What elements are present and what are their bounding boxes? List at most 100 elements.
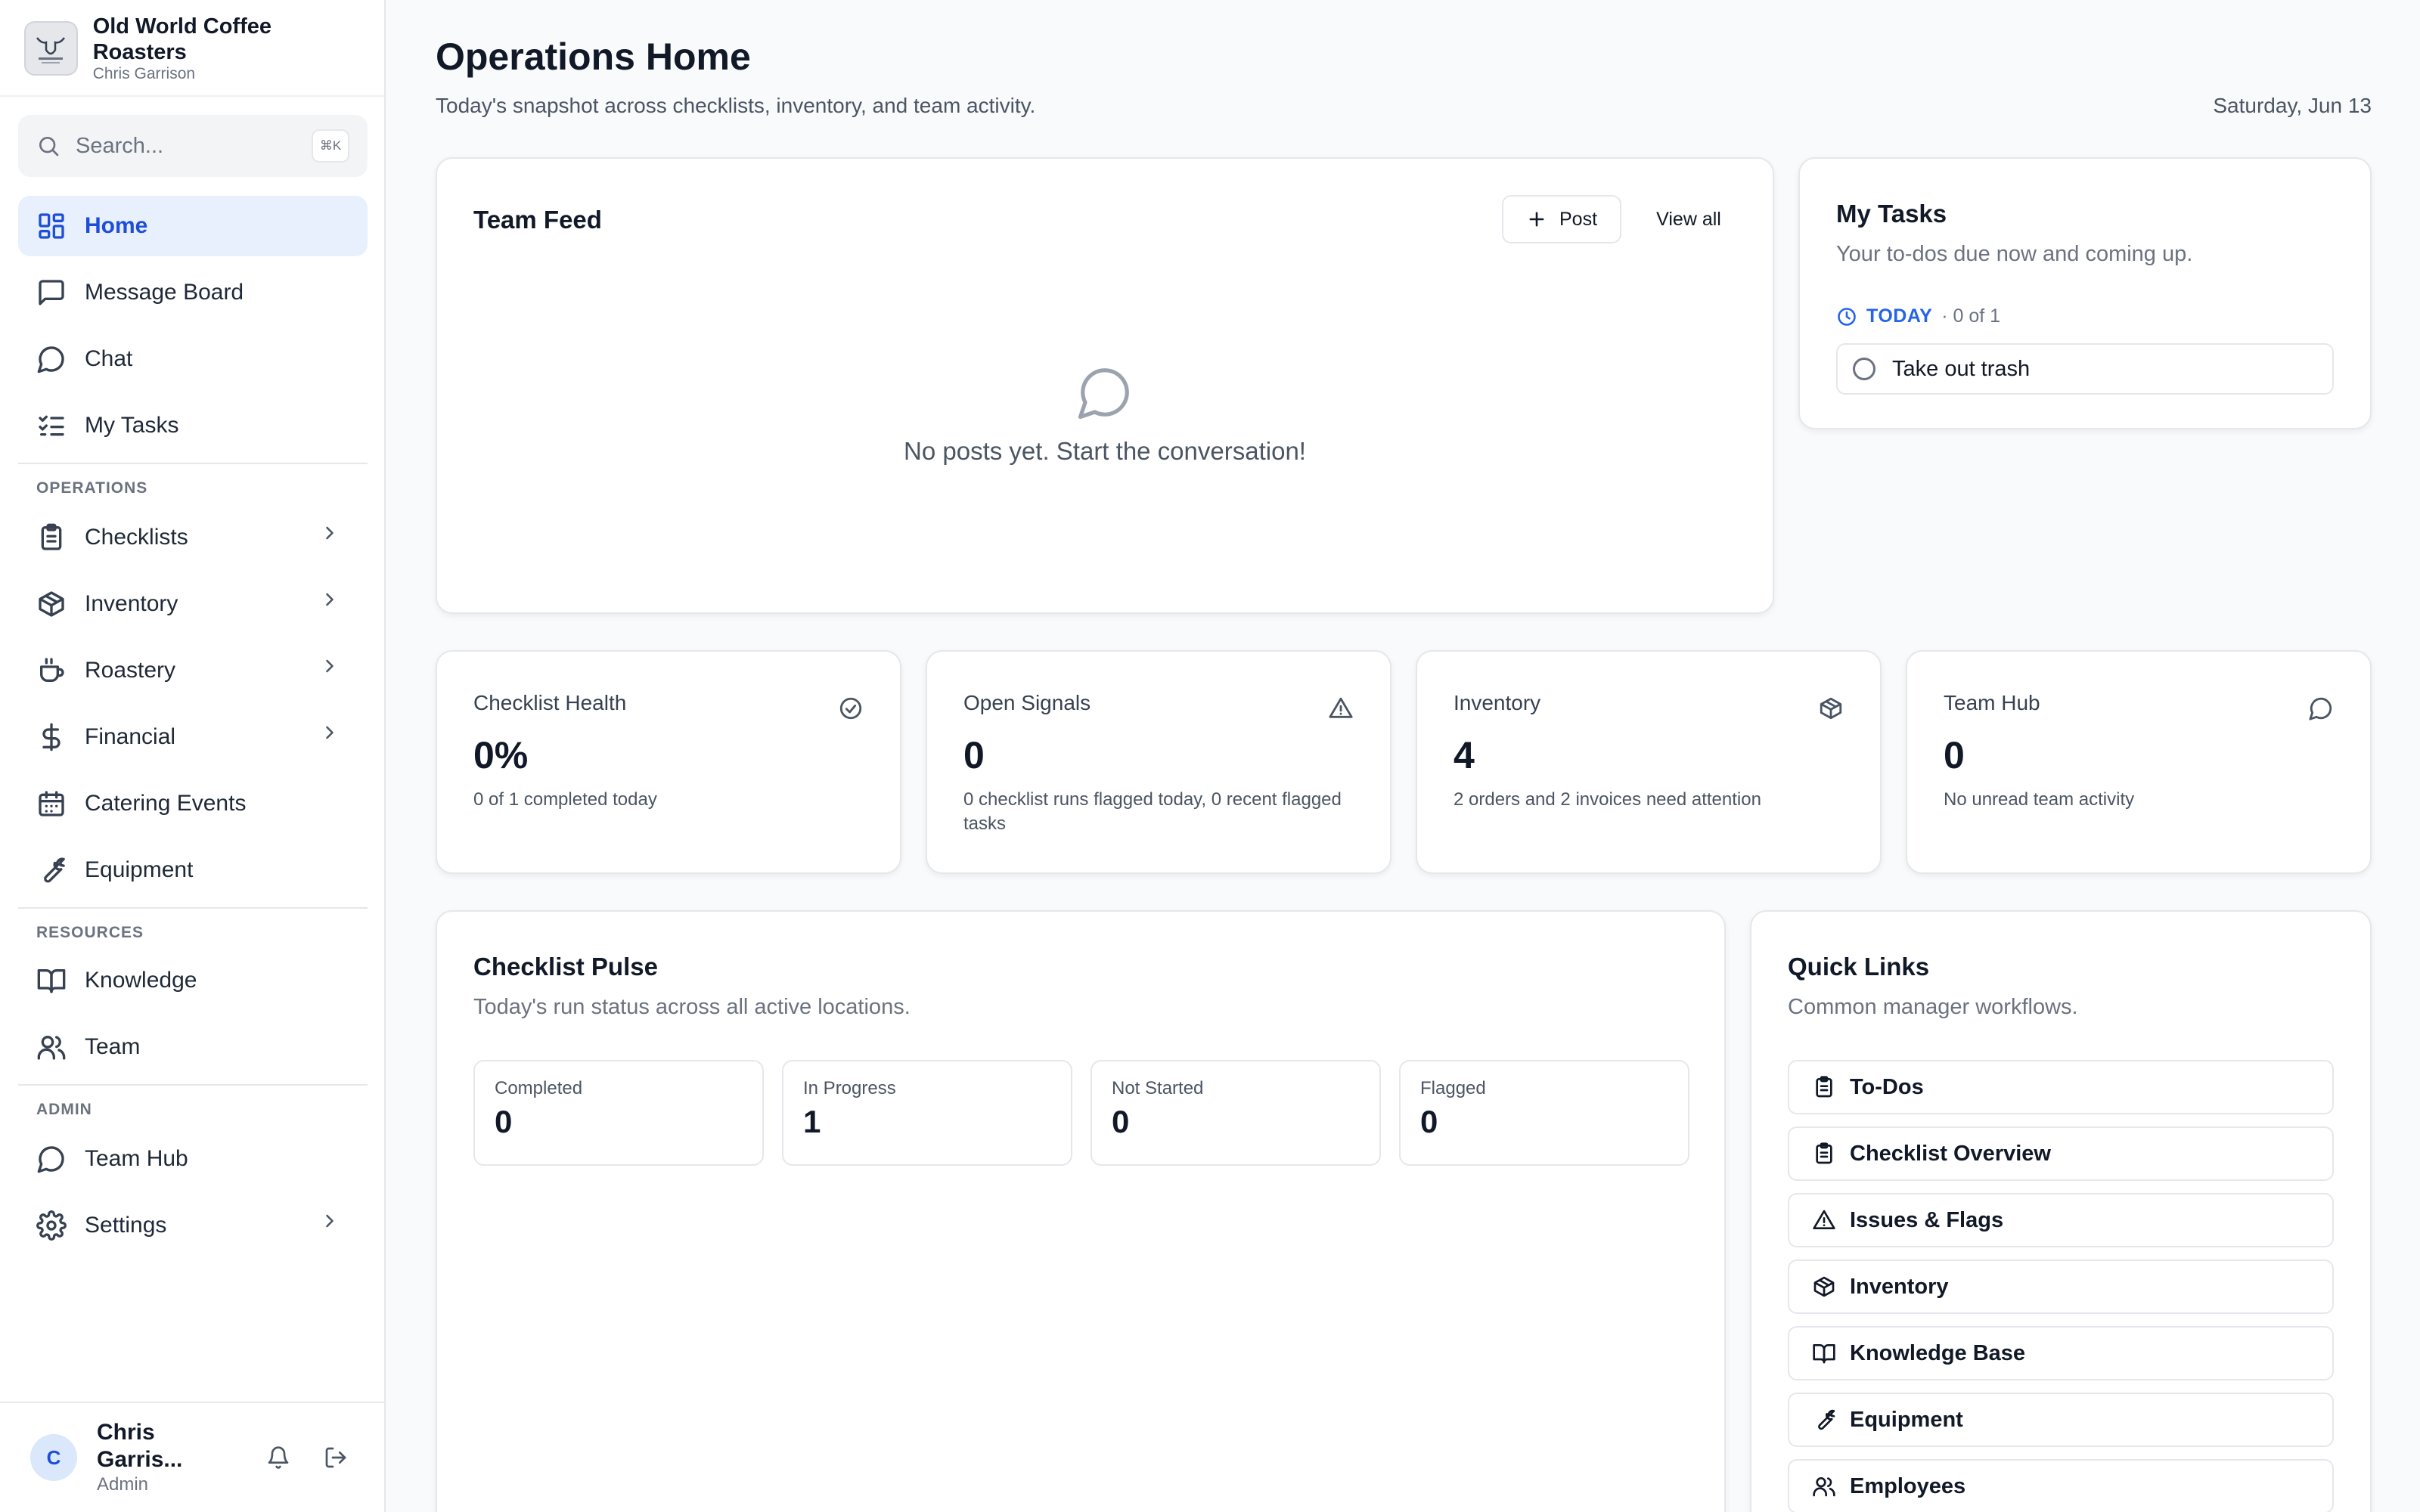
clipboard-icon — [1812, 1142, 1836, 1166]
checklist-pulse-card: Checklist Pulse Today's run status acros… — [436, 910, 1726, 1512]
task-label: Take out trash — [1892, 356, 2031, 381]
sidebar-item-message-board[interactable]: Message Board — [18, 262, 368, 323]
message-circle-icon — [36, 1144, 67, 1174]
message-square-icon — [36, 277, 67, 308]
sidebar-item-team[interactable]: Team — [18, 1017, 368, 1077]
sidebar-item-roastery[interactable]: Roastery — [18, 640, 368, 701]
coffee-icon — [36, 655, 67, 686]
sidebar: Old World Coffee Roasters Chris Garrison… — [0, 0, 386, 1512]
stat-title: Team Hub — [1944, 691, 2040, 714]
stat-card-team-hub[interactable]: Team Hub 0 No unread team activity — [1906, 650, 2372, 874]
quick-link-inventory[interactable]: Inventory — [1788, 1259, 2334, 1314]
sidebar-item-label: Chat — [85, 346, 133, 371]
quick-link-label: Equipment — [1850, 1407, 1963, 1432]
check-circle-icon — [838, 696, 864, 721]
today-label: TODAY — [1866, 305, 1933, 327]
sidebar-item-label: My Tasks — [85, 413, 179, 438]
sidebar-item-label: Equipment — [85, 857, 194, 882]
task-checkbox[interactable] — [1853, 358, 1876, 380]
sidebar-item-team-hub[interactable]: Team Hub — [18, 1129, 368, 1189]
logout-button[interactable] — [318, 1439, 354, 1476]
pulse-value: 0 — [1112, 1104, 1130, 1139]
quick-link-knowledge-base[interactable]: Knowledge Base — [1788, 1326, 2334, 1380]
quick-links-card: Quick Links Common manager workflows. To… — [1750, 910, 2372, 1512]
pulse-box-completed[interactable]: Completed 0 — [473, 1060, 764, 1166]
notifications-button[interactable] — [260, 1439, 296, 1476]
checklist-pulse-subtitle: Today's run status across all active loc… — [473, 995, 911, 1019]
sidebar-item-settings[interactable]: Settings — [18, 1195, 368, 1256]
team-feed-empty-text: No posts yet. Start the conversation! — [904, 437, 1306, 465]
clipboard-list-icon — [36, 522, 67, 553]
sidebar-item-chat[interactable]: Chat — [18, 329, 368, 389]
quick-link-checklist-overview[interactable]: Checklist Overview — [1788, 1126, 2334, 1181]
message-circle-icon — [1075, 363, 1134, 422]
book-icon — [1812, 1341, 1836, 1365]
stat-title: Open Signals — [963, 691, 1091, 714]
clock-icon — [1836, 306, 1857, 327]
quick-link-employees[interactable]: Employees — [1788, 1459, 2334, 1512]
team-feed-empty-state: No posts yet. Start the conversation! — [437, 363, 1773, 466]
sidebar-item-home[interactable]: Home — [18, 196, 368, 256]
avatar[interactable]: C — [30, 1434, 77, 1481]
task-item[interactable]: Take out trash — [1836, 343, 2334, 395]
sidebar-item-label: Financial — [85, 724, 176, 749]
logout-icon — [324, 1445, 348, 1470]
quick-link-label: Employees — [1850, 1473, 1966, 1498]
stat-value: 4 — [1454, 734, 1475, 776]
quick-link-issues-flags[interactable]: Issues & Flags — [1788, 1193, 2334, 1247]
sidebar-item-knowledge[interactable]: Knowledge — [18, 950, 368, 1011]
today-group-header: TODAY · 0 of 1 — [1836, 305, 2000, 327]
pulse-box-in-progress[interactable]: In Progress 1 — [782, 1060, 1072, 1166]
stat-card-checklist-health[interactable]: Checklist Health 0% 0 of 1 completed tod… — [436, 650, 901, 874]
package-icon — [1812, 1275, 1836, 1299]
stat-card-inventory[interactable]: Inventory 4 2 orders and 2 invoices need… — [1416, 650, 1882, 874]
stat-card-open-signals[interactable]: Open Signals 0 0 checklist runs flagged … — [926, 650, 1392, 874]
search-shortcut-badge: ⌘K — [312, 129, 349, 163]
nav-divider — [18, 463, 368, 464]
pulse-box-not-started[interactable]: Not Started 0 — [1091, 1060, 1381, 1166]
section-label-admin: ADMIN — [36, 1101, 92, 1118]
quick-link-label: Inventory — [1850, 1274, 1949, 1299]
stat-value: 0 — [1944, 734, 1965, 776]
layout-grid-icon — [36, 211, 67, 241]
alert-triangle-icon — [1328, 696, 1354, 721]
search-input[interactable]: Search... ⌘K — [18, 115, 368, 177]
page-title: Operations Home — [436, 36, 751, 78]
pulse-label: Not Started — [1112, 1078, 1204, 1098]
sidebar-item-label: Home — [85, 213, 148, 238]
quick-link-equipment[interactable]: Equipment — [1788, 1393, 2334, 1447]
sidebar-item-catering-events[interactable]: Catering Events — [18, 773, 368, 834]
pulse-label: Completed — [495, 1078, 583, 1098]
brand-header[interactable]: Old World Coffee Roasters Chris Garrison — [24, 14, 366, 82]
pulse-label: In Progress — [803, 1078, 896, 1098]
today-count: · 0 of 1 — [1941, 305, 2001, 327]
sidebar-item-label: Knowledge — [85, 968, 197, 993]
list-checks-icon — [36, 411, 67, 441]
bell-icon — [266, 1445, 290, 1470]
wrench-icon — [1812, 1408, 1836, 1432]
chevron-right-icon — [319, 1210, 349, 1241]
sidebar-item-label: Checklists — [85, 525, 188, 550]
sidebar-item-financial[interactable]: Financial — [18, 707, 368, 767]
calendar-icon — [36, 789, 67, 819]
quick-link-label: Checklist Overview — [1850, 1141, 2051, 1166]
sidebar-item-my-tasks[interactable]: My Tasks — [18, 395, 368, 456]
my-tasks-subtitle: Your to-dos due now and coming up. — [1836, 242, 2193, 266]
quick-link-to-dos[interactable]: To-Dos — [1788, 1060, 2334, 1114]
chevron-right-icon — [319, 722, 349, 752]
post-button-label: Post — [1559, 208, 1598, 230]
book-open-icon — [36, 965, 67, 996]
checklist-pulse-title: Checklist Pulse — [473, 953, 658, 981]
sidebar-item-inventory[interactable]: Inventory — [18, 574, 368, 634]
stat-description: 2 orders and 2 invoices need attention — [1454, 789, 1761, 810]
post-button[interactable]: Post — [1502, 195, 1621, 243]
pulse-box-flagged[interactable]: Flagged 0 — [1399, 1060, 1689, 1166]
view-all-button[interactable]: View all — [1640, 195, 1738, 243]
gear-icon — [36, 1210, 67, 1241]
page-subtitle: Today's snapshot across checklists, inve… — [436, 94, 1036, 117]
sidebar-item-equipment[interactable]: Equipment — [18, 840, 368, 900]
sidebar-item-checklists[interactable]: Checklists — [18, 507, 368, 568]
sidebar-item-label: Inventory — [85, 591, 178, 616]
chevron-right-icon — [319, 522, 349, 553]
user-footer: C Chris Garris... Admin — [0, 1402, 384, 1512]
